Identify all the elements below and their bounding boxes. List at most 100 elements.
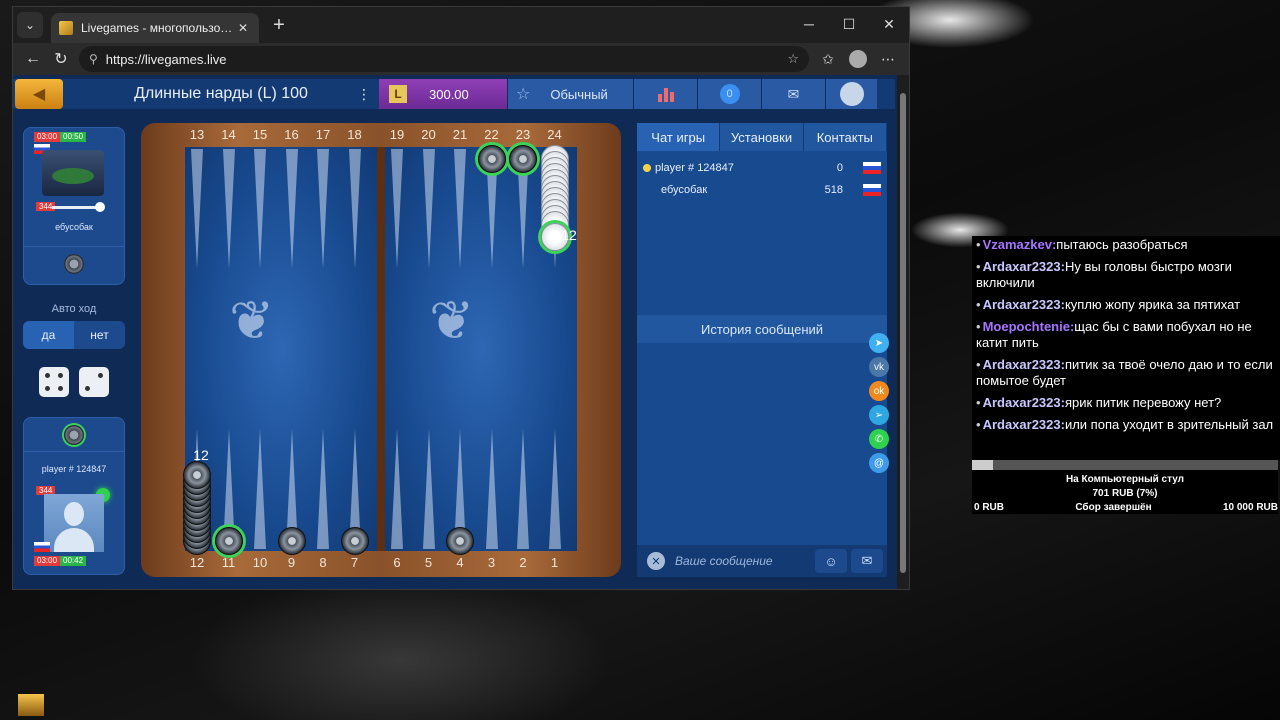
tab-title: Livegames - многопользовательские [81, 21, 235, 35]
backgammon-board[interactable]: ❦ ❦ 13 12 14 11 15 10 16 9 17 8 18 7 19 6 20 5 21 4 22 3 23 2… [141, 123, 621, 577]
chat-username: Ardaxar2323: [982, 417, 1065, 432]
chat-text: куплю жопу ярика за пятихат [1064, 297, 1241, 312]
point-number-bottom: 4 [456, 555, 464, 570]
black-checker[interactable] [214, 527, 243, 555]
page-scrollbar[interactable] [897, 75, 909, 589]
board-point-bottom[interactable] [317, 429, 329, 549]
balance-display[interactable]: L 300.00 [379, 79, 507, 109]
site-info-icon[interactable]: ⚲ [89, 52, 98, 66]
dice-four-icon[interactable] [39, 367, 69, 397]
black-checker[interactable] [277, 527, 306, 555]
moimir-icon[interactable]: @ [869, 453, 889, 473]
mode-button[interactable]: ☆ Обычный [507, 79, 633, 109]
board-point-bottom[interactable] [485, 429, 498, 549]
close-tab-icon[interactable]: ✕ [235, 21, 251, 35]
board-point-bottom[interactable] [254, 429, 266, 549]
black-checker[interactable] [340, 527, 369, 555]
dice-two-icon[interactable] [79, 367, 109, 397]
emoji-icon[interactable]: ☺ [815, 549, 847, 573]
notifications-button[interactable]: 0 [697, 79, 761, 109]
opponent-avatar[interactable] [42, 150, 104, 196]
game-header: ◀ Длинные нарды (L) 100 ⋮ L 300.00 ☆ Обы… [13, 79, 895, 109]
game-title-text: Длинные нарды (L) 100 [134, 85, 308, 102]
board-point-top[interactable] [222, 149, 235, 269]
chat-message: • Ardaxar2323:ярик питик перевожу нет? [974, 394, 1280, 416]
board-point-top[interactable] [254, 149, 266, 269]
black-checker[interactable] [509, 145, 537, 173]
back-button[interactable]: ◀ [15, 79, 63, 109]
telegram-icon[interactable]: ➢ [869, 405, 889, 425]
board-point-bottom[interactable] [391, 429, 403, 549]
board-point-bottom[interactable] [422, 429, 435, 549]
bookmark-star-icon[interactable]: ☆ [787, 51, 799, 67]
url-text: https://livegames.live [105, 51, 227, 67]
board-point-top[interactable] [317, 149, 329, 269]
browser-tab[interactable]: Livegames - многопользовательские ✕ [51, 13, 259, 43]
opponent-name: ебусобак [55, 222, 93, 232]
maximize-icon[interactable]: ☐ [829, 7, 869, 41]
board-point-bottom[interactable] [548, 429, 561, 549]
odnoklassniki-icon[interactable]: ok [869, 381, 889, 401]
share-icon[interactable]: ➤ [869, 333, 889, 353]
board-point-top[interactable] [285, 149, 298, 269]
scrollbar-thumb[interactable] [900, 93, 906, 573]
point-number-top: 13 [189, 127, 205, 142]
message-input[interactable]: Ваше сообщение [675, 554, 815, 568]
new-tab-button[interactable]: + [267, 14, 291, 37]
bullet-icon: • [976, 357, 981, 372]
back-arrow-icon[interactable]: ← [19, 45, 47, 73]
point-number-top: 16 [284, 127, 299, 142]
board-point-bottom[interactable] [517, 429, 529, 549]
player-time-total: 03:00 [34, 556, 61, 566]
tab-search-button[interactable]: ⌄ [17, 12, 43, 38]
user-avatar-icon [839, 82, 864, 106]
black-checker[interactable] [183, 461, 211, 489]
auto-move-yes[interactable]: да [23, 321, 74, 349]
board-point-top[interactable] [348, 149, 361, 269]
message-history-header[interactable]: История сообщений [637, 315, 887, 343]
player-avatar[interactable] [44, 494, 104, 552]
game-menu-icon[interactable]: ⋮ [357, 86, 371, 103]
send-message-icon[interactable]: ✉ [851, 549, 883, 573]
tab-game-chat[interactable]: Чат игры [637, 123, 721, 151]
player-list-item[interactable]: ебусобак 518 [637, 179, 887, 201]
side-tabs: Чат игры Установки Контакты [637, 123, 887, 151]
bullet-icon: • [976, 395, 981, 410]
chat-username: Ardaxar2323: [982, 297, 1065, 312]
clear-message-icon[interactable]: ✕ [647, 552, 665, 570]
reload-icon[interactable]: ↻ [47, 45, 75, 73]
chat-message: • Vzamazkev:пытаюсь разобраться [974, 236, 1280, 258]
stats-button[interactable] [633, 79, 697, 109]
player-card: player # 124847 344 03:00 00:42 [23, 417, 125, 575]
auto-move-no[interactable]: нет [74, 321, 125, 349]
tab-contacts[interactable]: Контакты [804, 123, 887, 151]
tab-settings[interactable]: Установки [720, 123, 804, 151]
close-window-icon[interactable]: ✕ [869, 7, 909, 41]
favorites-icon[interactable]: ✩ [813, 45, 843, 73]
url-field[interactable]: ⚲ https://livegames.live ☆ [79, 46, 809, 72]
more-menu-icon[interactable]: ⋯ [873, 45, 903, 73]
profile-button[interactable] [825, 79, 877, 109]
mail-button[interactable]: ✉ [761, 79, 825, 109]
board-point-top[interactable] [391, 149, 403, 269]
balance-value: 300.00 [429, 86, 469, 102]
board-point-top[interactable] [422, 149, 435, 269]
vk-icon[interactable]: vk [869, 357, 889, 377]
profile-avatar-icon[interactable] [849, 50, 867, 68]
black-checker[interactable] [446, 527, 474, 555]
board-point-top[interactable] [454, 149, 466, 269]
black-checker[interactable] [477, 145, 506, 173]
opponent-volume-slider[interactable] [52, 202, 105, 212]
chat-username: Ardaxar2323: [982, 357, 1065, 372]
active-turn-icon [643, 164, 651, 172]
minimize-icon[interactable]: ─ [789, 7, 829, 41]
ornament-icon: ❦ [229, 291, 275, 351]
whatsapp-icon[interactable]: ✆ [869, 429, 889, 449]
slider-knob[interactable] [95, 202, 105, 212]
donation-amount: 701 RUB (7%) [1092, 488, 1158, 499]
game-side-panel: Чат игры Установки Контакты player # 124… [637, 123, 889, 577]
message-composer: ✕ Ваше сообщение ☺ ✉ [637, 545, 887, 577]
board-point-top[interactable] [191, 149, 203, 269]
player-list-item[interactable]: player # 124847 0 [637, 157, 887, 179]
donation-max: 10 000 RUB [1222, 502, 1278, 513]
